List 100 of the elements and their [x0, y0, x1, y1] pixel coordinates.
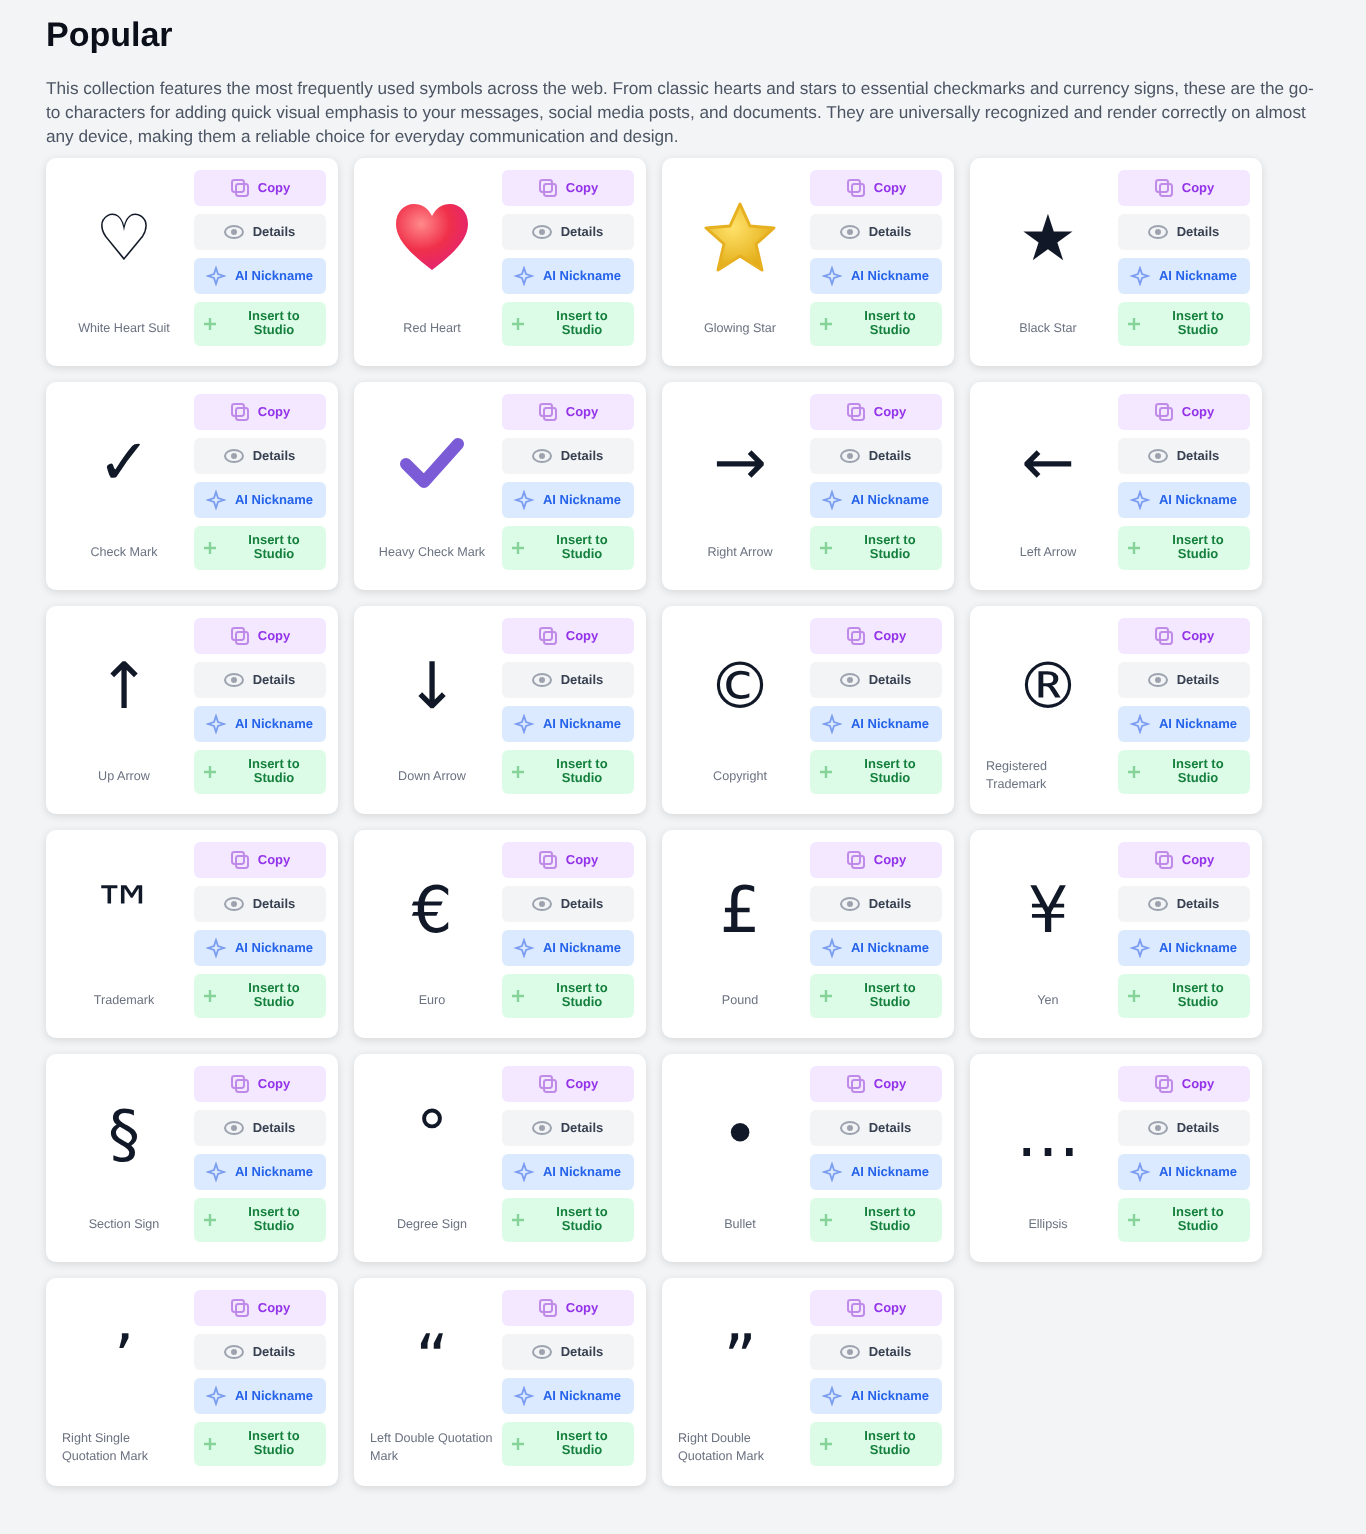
symbol-glyph: ° — [416, 1098, 448, 1170]
plus-icon — [508, 1434, 528, 1454]
eye-icon — [532, 670, 553, 690]
eye-icon — [840, 894, 861, 914]
copy-icon — [845, 178, 866, 198]
eye-icon — [224, 1342, 245, 1362]
plus-icon — [508, 538, 528, 558]
symbol-glyph: ” — [723, 1322, 757, 1394]
copy-icon — [229, 626, 250, 646]
plus-icon — [200, 1434, 220, 1454]
sparkle-icon — [822, 1162, 843, 1182]
eye-icon — [532, 1342, 553, 1362]
sparkle-icon — [514, 490, 535, 510]
plus-icon — [1124, 538, 1144, 558]
description: This collection features the most frequently used symbols across the web. From classic hearts and stars to essential checkmarks and currency signs, these are the go-to characters for adding quick visual emphasis to your messages, social media posts, and documents. They are universally recognized and render correctly on almost any device, making them a reliable choice for everyday communication and design. — [46, 76, 1316, 148]
plus-icon — [200, 1210, 220, 1230]
symbol-glyph: ¥ — [1027, 874, 1069, 946]
eye-icon — [840, 222, 861, 242]
copy-icon — [1153, 402, 1174, 422]
plus-icon — [508, 986, 528, 1006]
copy-icon — [1153, 626, 1174, 646]
symbol-glyph: ✓ — [97, 426, 151, 498]
plus-icon — [508, 314, 528, 334]
sparkle-icon — [822, 714, 843, 734]
plus-icon — [816, 762, 836, 782]
eye-icon — [1148, 446, 1169, 466]
symbol-glyph: § — [108, 1098, 140, 1170]
symbol-glyph: → — [713, 426, 767, 498]
plus-icon — [816, 538, 836, 558]
eye-icon — [532, 894, 553, 914]
copy-icon — [229, 402, 250, 422]
plus-icon — [1124, 986, 1144, 1006]
sparkle-icon — [206, 266, 227, 286]
copy-icon — [229, 850, 250, 870]
plus-icon — [200, 314, 220, 334]
symbol-glyph: ® — [1016, 650, 1080, 722]
eye-icon — [1148, 894, 1169, 914]
sparkle-icon — [206, 938, 227, 958]
eye-icon — [1148, 1118, 1169, 1138]
plus-icon — [816, 314, 836, 334]
copy-icon — [1153, 178, 1174, 198]
sparkle-icon — [1130, 714, 1151, 734]
eye-icon — [532, 1118, 553, 1138]
eye-icon — [840, 1118, 861, 1138]
copy-icon — [845, 626, 866, 646]
sparkle-icon — [822, 1386, 843, 1406]
plus-icon — [1124, 762, 1144, 782]
symbol-glyph: … — [1016, 1098, 1080, 1170]
copy-icon — [537, 178, 558, 198]
symbol-glyph: ↑ — [97, 650, 151, 722]
eye-icon — [840, 1342, 861, 1362]
copy-icon — [537, 1074, 558, 1094]
check-icon — [398, 434, 466, 490]
symbol-glyph: • — [721, 1098, 759, 1170]
symbol-glyph: ★ — [1019, 202, 1077, 274]
sparkle-icon — [822, 266, 843, 286]
sparkle-icon — [1130, 938, 1151, 958]
symbol-glyph: € — [411, 874, 453, 946]
sparkle-icon — [514, 266, 535, 286]
symbol-glyph: £ — [719, 874, 761, 946]
eye-icon — [224, 670, 245, 690]
eye-icon — [532, 222, 553, 242]
sparkle-icon — [206, 490, 227, 510]
symbol-glyph: © — [708, 650, 772, 722]
copy-icon — [1153, 850, 1174, 870]
copy-icon — [537, 402, 558, 422]
symbol-glyph: ♡ — [95, 202, 153, 274]
eye-icon — [224, 222, 245, 242]
sparkle-icon — [514, 714, 535, 734]
copy-icon — [845, 850, 866, 870]
copy-icon — [845, 1298, 866, 1318]
copy-icon — [537, 626, 558, 646]
eye-icon — [532, 446, 553, 466]
sparkle-icon — [206, 1386, 227, 1406]
star-icon — [704, 202, 776, 274]
plus-icon — [508, 762, 528, 782]
sparkle-icon — [1130, 1162, 1151, 1182]
symbol-glyph: ← — [1021, 426, 1075, 498]
plus-icon — [200, 762, 220, 782]
sparkle-icon — [822, 490, 843, 510]
copy-icon — [229, 1298, 250, 1318]
copy-icon — [1153, 1074, 1174, 1094]
copy-icon — [537, 1298, 558, 1318]
copy-icon — [229, 1074, 250, 1094]
sparkle-icon — [206, 714, 227, 734]
eye-icon — [224, 1118, 245, 1138]
plus-icon — [1124, 1210, 1144, 1230]
sparkle-icon — [514, 938, 535, 958]
symbol-glyph: “ — [415, 1322, 449, 1394]
plus-icon — [1124, 314, 1144, 334]
copy-icon — [537, 850, 558, 870]
sparkle-icon — [1130, 266, 1151, 286]
plus-icon — [200, 538, 220, 558]
plus-icon — [816, 1434, 836, 1454]
eye-icon — [840, 670, 861, 690]
sparkle-icon — [206, 1162, 227, 1182]
copy-icon — [845, 1074, 866, 1094]
plus-icon — [816, 986, 836, 1006]
eye-icon — [224, 446, 245, 466]
eye-icon — [1148, 670, 1169, 690]
